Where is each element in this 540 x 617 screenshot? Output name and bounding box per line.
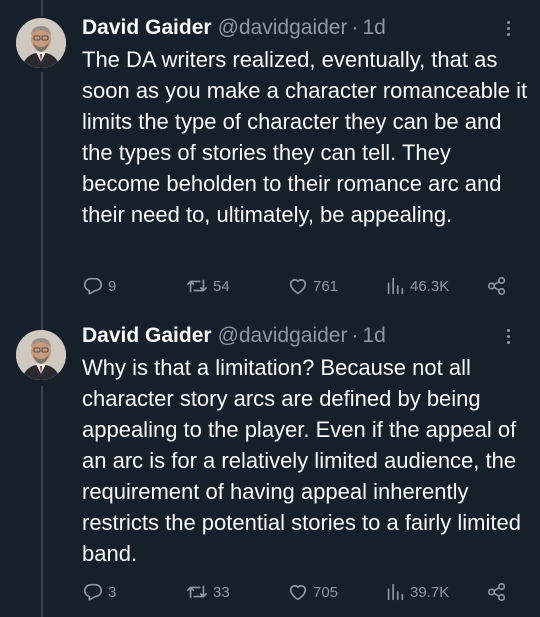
bar-chart-icon bbox=[387, 583, 404, 601]
retweet-count: 33 bbox=[213, 583, 230, 601]
author-name[interactable]: David Gaider bbox=[82, 322, 212, 350]
tweet-header: David Gaider @davidgaider · 1d bbox=[82, 14, 524, 42]
like-button[interactable]: 761 bbox=[287, 275, 338, 297]
reply-count: 3 bbox=[108, 583, 117, 601]
avatar[interactable] bbox=[16, 18, 66, 68]
views-button[interactable]: 39.7K bbox=[384, 581, 449, 603]
reply-button[interactable]: 9 bbox=[82, 275, 116, 297]
share-button[interactable] bbox=[486, 581, 508, 603]
retweet-arrows-icon bbox=[187, 585, 207, 599]
like-count: 705 bbox=[313, 583, 339, 601]
more-dots-icon[interactable] bbox=[498, 18, 518, 38]
heart-icon bbox=[289, 279, 307, 295]
share-nodes-icon bbox=[487, 276, 506, 296]
retweet-count: 54 bbox=[213, 277, 230, 295]
tweet[interactable]: David Gaider @davidgaider · 1d Why is th… bbox=[0, 310, 540, 617]
tweet-header: David Gaider @davidgaider · 1d bbox=[82, 322, 524, 350]
like-count: 761 bbox=[313, 277, 339, 295]
share-button[interactable] bbox=[486, 275, 508, 297]
speech-bubble-icon bbox=[83, 583, 103, 601]
share-nodes-icon bbox=[487, 582, 506, 602]
reply-button[interactable]: 3 bbox=[82, 581, 116, 603]
retweet-arrows-icon bbox=[187, 279, 207, 293]
reply-count: 9 bbox=[108, 277, 117, 295]
view-count: 46.3K bbox=[410, 277, 450, 295]
timestamp[interactable]: 1d bbox=[362, 14, 385, 42]
retweet-button[interactable]: 33 bbox=[185, 581, 230, 603]
avatar[interactable] bbox=[16, 330, 66, 380]
speech-bubble-icon bbox=[83, 277, 103, 295]
author-handle[interactable]: @davidgaider bbox=[218, 14, 348, 42]
tweet-actions: 3 33 705 39.7K bbox=[82, 581, 522, 603]
heart-icon bbox=[289, 585, 307, 601]
tweet[interactable]: David Gaider @davidgaider · 1d The DA wr… bbox=[0, 0, 540, 310]
more-dots-icon[interactable] bbox=[498, 326, 518, 346]
separator: · bbox=[351, 16, 359, 39]
views-button[interactable]: 46.3K bbox=[384, 275, 449, 297]
like-button[interactable]: 705 bbox=[287, 581, 338, 603]
tweet-text: The DA writers realized, eventually, tha… bbox=[82, 47, 528, 227]
tweet-actions: 9 54 761 46.3K bbox=[82, 275, 522, 297]
separator: · bbox=[351, 324, 359, 347]
tweet-text: Why is that a limitation? Because not al… bbox=[82, 355, 521, 566]
timestamp[interactable]: 1d bbox=[362, 322, 385, 350]
author-handle[interactable]: @davidgaider bbox=[218, 322, 348, 350]
view-count: 39.7K bbox=[410, 583, 450, 601]
retweet-button[interactable]: 54 bbox=[185, 275, 230, 297]
bar-chart-icon bbox=[387, 277, 404, 295]
author-name[interactable]: David Gaider bbox=[82, 14, 212, 42]
